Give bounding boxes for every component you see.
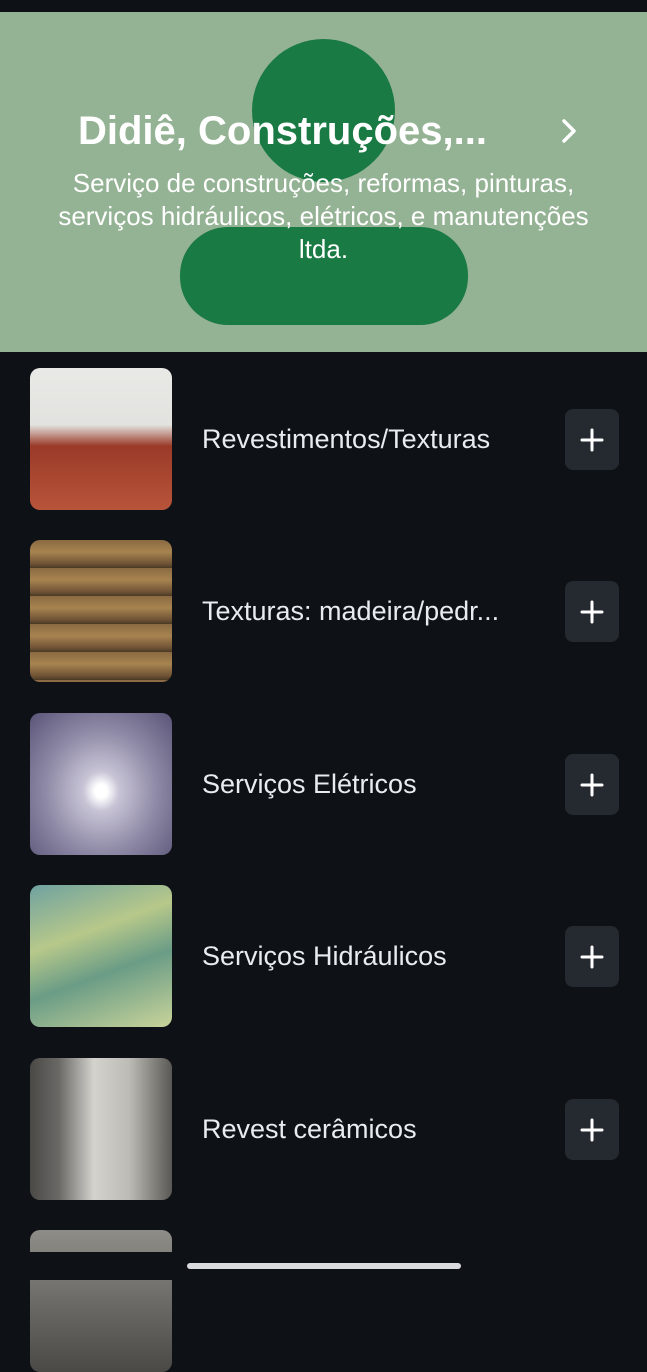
list-item[interactable]: Revestimentos/Texturas [0, 352, 647, 510]
list-item[interactable]: Texturas: madeira/pedr... [0, 524, 647, 682]
title-row[interactable]: Didiê, Construções,... [0, 107, 647, 157]
item-label: Revestimentos/Texturas [202, 424, 491, 454]
item-label: Texturas: madeira/pedr... [202, 596, 500, 626]
list-item[interactable]: Revest cerâmicos [0, 1042, 647, 1200]
add-button[interactable] [565, 1099, 619, 1160]
plus-icon [580, 428, 604, 452]
item-thumbnail [30, 885, 172, 1027]
item-thumbnail [30, 368, 172, 510]
list-item[interactable]: Serviços Hidráulicos [0, 869, 647, 1027]
list-item[interactable] [0, 1214, 647, 1372]
chevron-right-icon[interactable] [556, 113, 582, 149]
item-label: Revest cerâmicos [202, 1114, 417, 1144]
item-thumbnail [30, 713, 172, 855]
page-subtitle: Serviço de construções, reformas, pintur… [58, 168, 589, 264]
add-button[interactable] [565, 581, 619, 642]
item-label: Serviços Elétricos [202, 769, 417, 799]
profile-header: Didiê, Construções,... Serviço de constr… [0, 12, 647, 352]
plus-icon [580, 1118, 604, 1142]
plus-icon [580, 945, 604, 969]
add-button[interactable] [565, 754, 619, 815]
status-bar [0, 0, 647, 12]
plus-icon [580, 600, 604, 624]
home-indicator[interactable] [187, 1263, 461, 1269]
plus-icon [580, 773, 604, 797]
add-button[interactable] [565, 409, 619, 470]
item-thumbnail [30, 1058, 172, 1200]
page-title: Didiê, Construções,... [78, 109, 487, 153]
item-thumbnail [30, 540, 172, 682]
item-label: Serviços Hidráulicos [202, 941, 447, 971]
list-item[interactable]: Serviços Elétricos [0, 697, 647, 855]
add-button[interactable] [565, 926, 619, 987]
